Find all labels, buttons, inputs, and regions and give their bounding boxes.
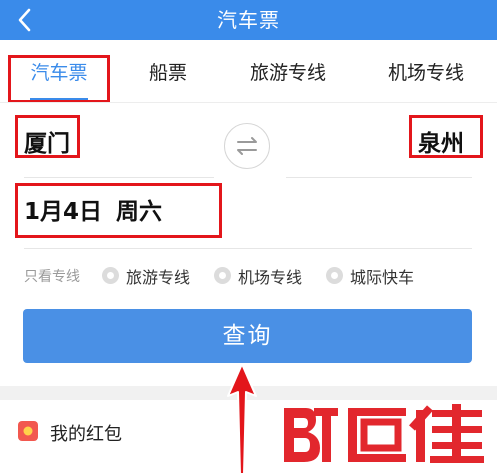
radio-airport-line[interactable] — [214, 267, 231, 284]
radio-airport-line-label[interactable]: 机场专线 — [238, 264, 302, 288]
highlight-box-from — [15, 115, 80, 158]
red-packet-label: 我的红包 — [50, 424, 122, 445]
tab-ship-ticket[interactable]: 船票 — [138, 40, 198, 100]
route-divider-right — [286, 177, 472, 178]
tab-airport-line[interactable]: 机场专线 — [378, 40, 474, 100]
date-divider — [24, 248, 472, 249]
tab-tour-line[interactable]: 旅游专线 — [240, 40, 336, 100]
highlight-box-to — [409, 115, 483, 158]
radio-intercity-express-label[interactable]: 城际快车 — [350, 264, 414, 288]
highlight-box-tab — [8, 55, 110, 103]
filter-label: 只看专线 — [24, 269, 80, 285]
red-packet-icon — [18, 421, 38, 441]
annotation-arrow-icon — [227, 363, 257, 475]
nav-bar: 汽车票 — [0, 0, 497, 40]
tabs-divider — [0, 102, 497, 103]
radio-tour-line-label[interactable]: 旅游专线 — [126, 264, 190, 288]
highlight-box-date — [15, 183, 222, 238]
search-button[interactable]: 查询 — [23, 309, 472, 363]
radio-intercity-express[interactable] — [326, 267, 343, 284]
page-title: 汽车票 — [217, 8, 280, 32]
swap-button[interactable] — [224, 123, 270, 169]
swap-arrows-icon — [237, 137, 257, 155]
watermark-logo — [284, 404, 484, 463]
route-divider-left — [24, 177, 214, 178]
radio-tour-line[interactable] — [102, 267, 119, 284]
